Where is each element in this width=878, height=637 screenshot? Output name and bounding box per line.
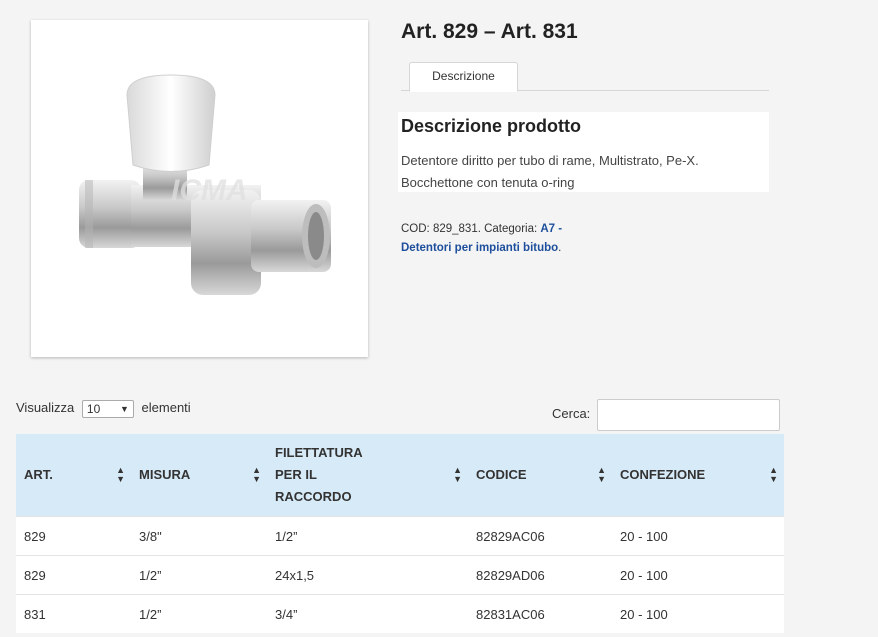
elements-label: elementi — [141, 400, 191, 415]
description-heading: Descrizione prodotto — [401, 116, 582, 136]
cell-confezione: 20 - 100 — [612, 594, 784, 633]
tab-bar: Descrizione — [401, 62, 769, 92]
sort-icon: ▲ ▼ — [597, 465, 606, 484]
sort-icon: ▲ ▼ — [116, 465, 125, 484]
cell-art: 829 — [16, 555, 131, 595]
description-text: Detentore diritto per tubo di rame, Mult… — [401, 150, 761, 194]
cell-art: 831 — [16, 594, 131, 633]
cell-misura: 3/8" — [131, 516, 267, 556]
table-header-row: ART. ▲ ▼ MISURA ▲ ▼ FILETTATURA PER IL RAC… — [16, 434, 784, 517]
cell-art: 829 — [16, 516, 131, 556]
tab-descrizione[interactable]: Descrizione — [409, 62, 518, 92]
column-header-misura[interactable]: MISURA ▲ ▼ — [131, 434, 267, 517]
header-label: MISURA — [139, 467, 191, 482]
search-label: Cerca: — [552, 406, 591, 421]
cell-codice: 82829AC06 — [468, 516, 612, 556]
table-row: 829 1/2” 24x1,5 82829AD06 20 - 100 — [16, 555, 784, 595]
product-image[interactable]: ICMA — [31, 20, 368, 357]
table-row: 829 3/8" 1/2” 82829AC06 20 - 100 — [16, 516, 784, 556]
product-table: ART. ▲ ▼ MISURA ▲ ▼ FILETTATURA PER IL RAC… — [16, 434, 784, 633]
cell-codice: 82829AD06 — [468, 555, 612, 595]
header-label: ART. — [24, 467, 53, 482]
sort-icon: ▲ ▼ — [453, 465, 462, 484]
product-code: COD: 829_831. Categoria: — [401, 223, 541, 235]
table-row: 831 1/2” 3/4” 82831AC06 20 - 100 — [16, 594, 784, 633]
show-label: Visualizza — [16, 400, 75, 415]
description-line-1: Detentore diritto per tubo di rame, Mult… — [401, 153, 699, 168]
chevron-down-icon: ▼ — [120, 403, 129, 414]
description-panel: Descrizione prodotto Detentore diritto p… — [398, 112, 769, 192]
cell-filettatura: 3/4” — [267, 594, 468, 633]
page-length-value: 10 — [86, 401, 101, 416]
svg-text:ICMA: ICMA — [171, 174, 248, 207]
valve-image: ICMA — [79, 74, 331, 295]
cell-misura: 1/2” — [131, 594, 267, 633]
meta-end: . — [558, 242, 562, 254]
cell-codice: 82831AC06 — [468, 594, 612, 633]
product-title: Art. 829 – Art. 831 — [401, 20, 578, 43]
product-meta: COD: 829_831. Categoria: A7 - Detentori … — [401, 220, 601, 258]
cell-filettatura: 1/2” — [267, 516, 468, 556]
sort-icon: ▲ ▼ — [769, 465, 778, 484]
cell-misura: 1/2” — [131, 555, 267, 595]
header-label: CODICE — [476, 467, 527, 482]
sort-icon: ▲ ▼ — [252, 465, 261, 484]
column-header-filettatura[interactable]: FILETTATURA PER IL RACCORDO ▲ ▼ — [267, 434, 468, 517]
column-header-codice[interactable]: CODICE ▲ ▼ — [468, 434, 612, 517]
column-header-confezione[interactable]: CONFEZIONE ▲ ▼ — [612, 434, 784, 517]
cell-filettatura: 24x1,5 — [267, 555, 468, 595]
description-line-2: Bocchettone con tenuta o-ring — [401, 175, 575, 190]
header-label: FILETTATURA PER IL RACCORDO — [275, 445, 363, 504]
length-control: Visualizza 10 ▼ elementi — [16, 399, 191, 418]
header-label: CONFEZIONE — [620, 467, 706, 482]
search-input[interactable] — [597, 399, 780, 431]
column-header-art[interactable]: ART. ▲ ▼ — [16, 434, 131, 517]
cell-confezione: 20 - 100 — [612, 516, 784, 556]
cell-confezione: 20 - 100 — [612, 555, 784, 595]
page-length-select[interactable]: 10 ▼ — [81, 399, 134, 418]
